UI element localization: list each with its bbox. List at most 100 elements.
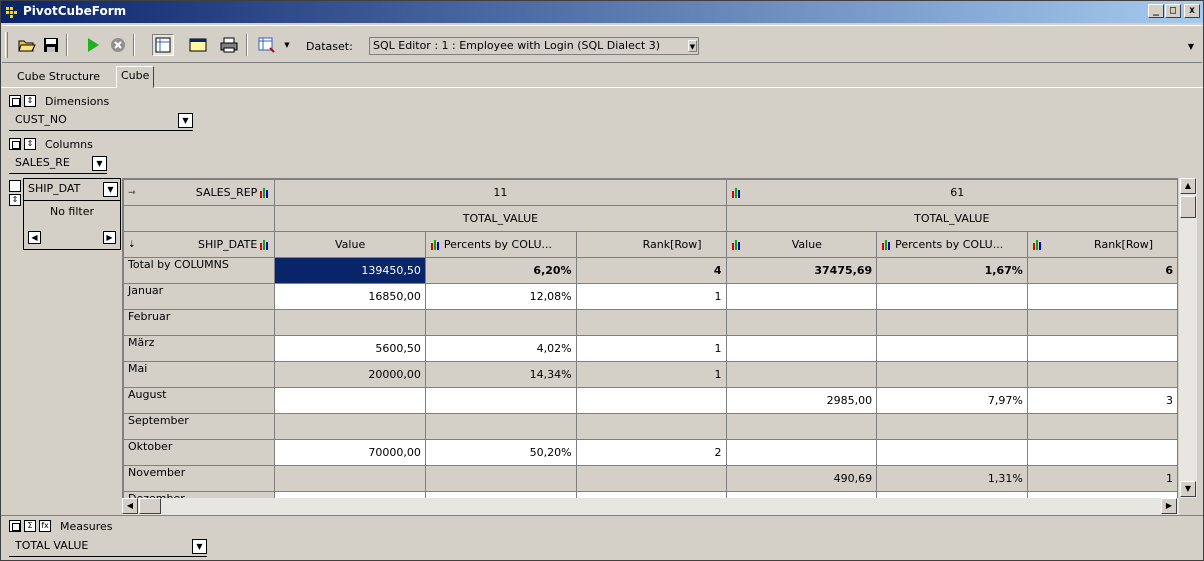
sort-dir-icon[interactable]: ⇾ — [128, 188, 136, 198]
table-cell[interactable] — [1026, 283, 1178, 310]
table-cell[interactable]: 1 — [575, 335, 727, 362]
scroll-down-icon[interactable]: ▼ — [1180, 481, 1196, 497]
table-cell[interactable]: 2985,00 — [725, 387, 878, 414]
row-field-ship-date[interactable]: SHIP_DAT ▼ — [23, 178, 121, 200]
table-cell[interactable] — [876, 413, 1028, 440]
sort-icon[interactable]: ⇕ — [24, 138, 36, 150]
stop-icon[interactable] — [107, 34, 129, 56]
subcol-header-rank[interactable]: Rank[Row] — [1026, 231, 1178, 258]
structure-icon[interactable] — [152, 34, 174, 56]
sort-dir-icon[interactable]: ⇣ — [128, 240, 136, 250]
table-cell[interactable] — [575, 309, 727, 336]
table-cell[interactable]: 50,20% — [424, 439, 577, 466]
row-header[interactable]: Januar — [123, 283, 276, 310]
table-cell[interactable]: 1,31% — [876, 465, 1028, 492]
chevron-down-icon[interactable]: ▼ — [92, 156, 107, 171]
print-icon[interactable] — [218, 34, 240, 56]
row-header[interactable]: März — [123, 335, 276, 362]
subcol-header-percent[interactable]: Percents by COLU... — [876, 231, 1028, 258]
vertical-scrollbar[interactable]: ▲ ▼ — [1179, 178, 1197, 498]
dataset-select[interactable]: SQL Editor : 1 : Employee with Login (SQ… — [369, 37, 699, 55]
table-cell[interactable] — [876, 309, 1028, 336]
table-cell[interactable] — [1026, 413, 1178, 440]
open-folder-icon[interactable] — [16, 34, 38, 56]
table-cell[interactable]: 1,67% — [876, 257, 1028, 284]
table-cell[interactable] — [725, 361, 878, 388]
export-icon[interactable] — [256, 34, 278, 56]
table-cell[interactable]: 1 — [575, 361, 727, 388]
subcol-header-value[interactable]: Value — [274, 231, 426, 258]
table-cell[interactable] — [274, 309, 426, 336]
measure-field-total-value[interactable]: TOTAL VALUE ▼ — [9, 537, 207, 557]
maximize-button[interactable]: □ — [1165, 4, 1181, 18]
table-cell[interactable] — [876, 439, 1028, 466]
chart-icon[interactable] — [731, 239, 742, 250]
expand-icon[interactable] — [9, 520, 21, 532]
tab-cube[interactable]: Cube — [116, 66, 155, 88]
chevron-down-icon[interactable]: ▼ — [103, 182, 118, 197]
table-cell[interactable] — [274, 387, 426, 414]
table-cell[interactable]: 6 — [1026, 257, 1178, 284]
column-field-sales-rep[interactable]: SALES_RE ▼ — [9, 154, 107, 174]
chart-icon[interactable] — [259, 187, 270, 198]
tab-cube-structure[interactable]: Cube Structure — [13, 68, 104, 88]
table-cell[interactable]: 70000,00 — [274, 439, 426, 466]
table-cell[interactable]: 4 — [575, 257, 727, 284]
table-cell[interactable] — [725, 309, 878, 336]
row-header[interactable]: Februar — [123, 309, 276, 336]
scroll-up-icon[interactable]: ▲ — [1180, 178, 1196, 194]
title-bar[interactable]: PivotCubeForm _ □ x — [1, 1, 1203, 23]
scroll-left-icon[interactable]: ◀ — [122, 498, 138, 514]
chevron-down-icon[interactable]: ▼ — [688, 40, 697, 52]
toolbar-overflow-icon[interactable]: ▼ — [1188, 42, 1194, 51]
subcol-header-rank[interactable]: Rank[Row] — [575, 231, 727, 258]
sort-icon[interactable]: ⇕ — [24, 95, 36, 107]
table-cell[interactable]: 2 — [575, 439, 727, 466]
table-cell[interactable]: 20000,00 — [274, 361, 426, 388]
row-header[interactable]: Oktober — [123, 439, 276, 466]
group-header-11[interactable]: 11 — [274, 179, 727, 206]
row-header[interactable]: August — [123, 387, 276, 414]
table-cell[interactable] — [424, 413, 577, 440]
table-cell[interactable] — [575, 465, 727, 492]
chart-icon[interactable] — [1032, 239, 1043, 250]
chevron-down-icon[interactable]: ▼ — [192, 539, 207, 554]
table-cell[interactable] — [424, 387, 577, 414]
row-header[interactable]: Mai — [123, 361, 276, 388]
chart-icon[interactable] — [731, 187, 742, 198]
scroll-right-icon[interactable]: ▶ — [1161, 498, 1177, 514]
row-header[interactable]: September — [123, 413, 276, 440]
table-cell[interactable] — [1026, 361, 1178, 388]
table-cell[interactable] — [725, 439, 878, 466]
row-header[interactable]: Total by COLUMNS — [123, 257, 276, 284]
chart-icon[interactable] — [430, 239, 441, 250]
run-icon[interactable] — [82, 34, 104, 56]
group-header-61[interactable]: 61 — [725, 179, 1178, 206]
table-cell[interactable] — [725, 335, 878, 362]
next-icon[interactable]: ▶ — [103, 231, 116, 244]
table-cell[interactable] — [274, 413, 426, 440]
toolbar-grip[interactable] — [5, 32, 8, 58]
close-button[interactable]: x — [1184, 4, 1200, 18]
subcol-header-percent[interactable]: Percents by COLU... — [424, 231, 577, 258]
table-cell[interactable]: 3 — [1026, 387, 1178, 414]
export-dropdown-icon[interactable]: ▼ — [281, 34, 293, 56]
table-cell[interactable]: 1 — [1026, 465, 1178, 492]
formula-icon[interactable]: fx — [39, 520, 51, 532]
table-cell[interactable] — [1026, 335, 1178, 362]
table-cell[interactable] — [424, 465, 577, 492]
subcol-header-value[interactable]: Value — [725, 231, 878, 258]
table-cell[interactable] — [876, 335, 1028, 362]
expand-icon[interactable] — [9, 138, 21, 150]
table-cell[interactable] — [725, 283, 878, 310]
table-cell[interactable] — [725, 413, 878, 440]
table-cell[interactable] — [274, 465, 426, 492]
chart-icon[interactable] — [881, 239, 892, 250]
table-cell[interactable] — [1026, 439, 1178, 466]
minimize-button[interactable]: _ — [1148, 4, 1164, 18]
table-cell[interactable]: 12,08% — [424, 283, 577, 310]
horizontal-scrollbar[interactable]: ◀ ▶ — [122, 498, 1179, 515]
expand-icon[interactable] — [9, 180, 21, 192]
table-cell[interactable]: 490,69 — [725, 465, 878, 492]
table-cell[interactable]: 37475,69 — [725, 257, 878, 284]
